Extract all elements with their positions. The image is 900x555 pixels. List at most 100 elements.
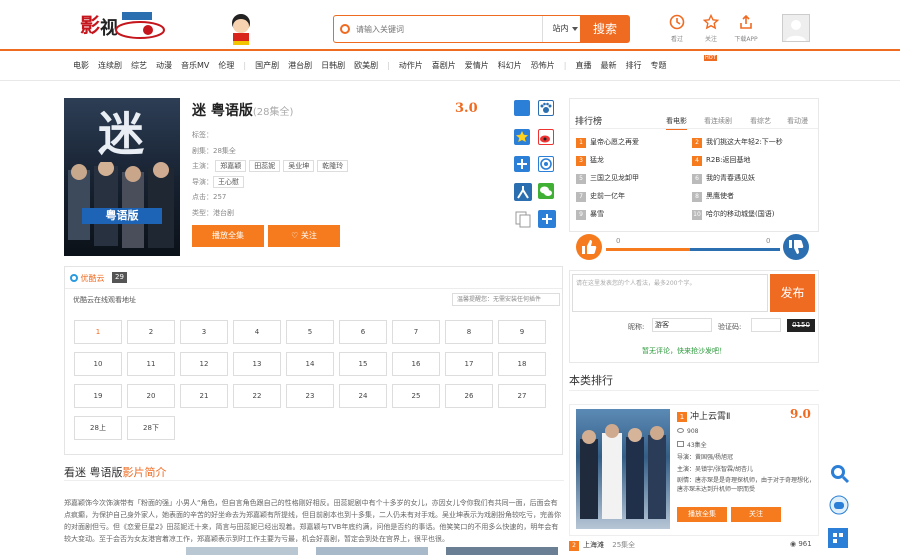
episode-button[interactable]: 4 [233, 320, 281, 344]
share-plus-icon[interactable] [514, 156, 530, 172]
episode-button[interactable]: 14 [286, 352, 334, 376]
movie-poster[interactable]: 迷 粤语版 [64, 98, 180, 256]
favorite-button[interactable]: 关注 [693, 14, 729, 43]
nav-item[interactable]: 音乐MV [181, 61, 209, 70]
like-button[interactable] [576, 234, 602, 260]
nav-item[interactable]: 爱情片 [465, 61, 489, 70]
episode-button[interactable]: 8 [445, 320, 493, 344]
nav-item[interactable]: 日韩剧 [321, 61, 345, 70]
episode-button[interactable]: 13 [233, 352, 281, 376]
nav-item[interactable]: 直播 [575, 61, 591, 70]
rank-item[interactable]: 7 史前一亿年 [576, 191, 625, 202]
episode-button[interactable]: 2 [127, 320, 175, 344]
back-to-top-icon[interactable] [828, 528, 848, 548]
episode-button[interactable]: 3 [180, 320, 228, 344]
rank-next-item[interactable]: 2 上海滩 25集全 [569, 540, 635, 551]
share-paw-icon[interactable] [538, 100, 554, 116]
episode-button[interactable]: 21 [180, 384, 228, 408]
episode-button[interactable]: 6 [339, 320, 387, 344]
share-renren-icon[interactable] [514, 183, 532, 201]
rank-item[interactable]: 10 哈尔的移动城堡(国语) [692, 209, 774, 220]
episode-button[interactable]: 12 [180, 352, 228, 376]
cast-chip[interactable]: 郑嘉颖 [215, 160, 247, 172]
share-more-icon[interactable] [538, 210, 556, 228]
episode-button[interactable]: 24 [339, 384, 387, 408]
nav-item[interactable]: 动作片 [399, 61, 423, 70]
copy-icon[interactable] [514, 210, 532, 228]
nav-item[interactable]: 最新 [600, 61, 616, 70]
rank-item[interactable]: 6 我的青春遇见妖 [692, 173, 755, 184]
nav-item[interactable]: 欧美剧 [354, 61, 378, 70]
rank-item[interactable]: 1 皇帝心愿之再爱 [576, 137, 639, 148]
play-all-button[interactable]: 播放全集 [192, 225, 264, 247]
related-thumb[interactable] [446, 547, 558, 555]
episode-button[interactable]: 15 [339, 352, 387, 376]
top-item-name[interactable]: 冲上云霄Ⅱ [690, 409, 730, 422]
follow-button[interactable]: ♡ 关注 [268, 225, 340, 247]
nav-item[interactable]: 港台剧 [288, 61, 312, 70]
nav-item[interactable]: 动漫 [156, 61, 172, 70]
captcha-image[interactable]: 0150 [787, 319, 815, 332]
nickname-field[interactable]: 游客 [652, 318, 712, 332]
episode-button[interactable]: 9 [498, 320, 546, 344]
nav-item[interactable]: 专题 [650, 61, 666, 70]
rank-item[interactable]: 8 黑鹰使者 [692, 191, 734, 202]
episode-button[interactable]: 10 [74, 352, 122, 376]
nav-item[interactable]: 国产剧 [255, 61, 279, 70]
top-follow-button[interactable]: 关注 [731, 507, 781, 522]
episode-button[interactable]: 18 [498, 352, 546, 376]
rank-tab-variety[interactable]: 看综艺 [750, 116, 771, 126]
post-comment-button[interactable]: 发布 [770, 274, 815, 312]
nav-item[interactable]: 喜剧片 [432, 61, 456, 70]
share-weibo-icon[interactable] [538, 129, 554, 145]
episode-button[interactable]: 25 [392, 384, 440, 408]
episode-button[interactable]: 23 [286, 384, 334, 408]
share-wechat-icon[interactable] [538, 183, 554, 199]
episode-button[interactable]: 28上 [74, 416, 122, 440]
share-qzone-icon[interactable] [514, 129, 530, 145]
nav-item[interactable]: 伦理 [218, 61, 234, 70]
episode-button[interactable]: 1 [74, 320, 122, 344]
rank-tab-series[interactable]: 看连续剧 [704, 116, 732, 126]
search-float-icon[interactable] [828, 462, 850, 484]
site-logo[interactable]: 影 视 [78, 8, 168, 42]
top-item-poster[interactable] [576, 409, 670, 529]
search-input[interactable] [356, 21, 536, 37]
rank-tab-anime[interactable]: 看动漫 [787, 116, 808, 126]
top-play-all-button[interactable]: 播放全集 [677, 507, 727, 522]
episode-button[interactable]: 17 [445, 352, 493, 376]
captcha-field[interactable] [751, 318, 781, 332]
related-thumb[interactable] [186, 547, 298, 555]
avatar[interactable] [782, 14, 810, 42]
episode-button[interactable]: 16 [392, 352, 440, 376]
nav-item[interactable]: 综艺 [131, 61, 147, 70]
rank-item[interactable]: 3 猛龙 [576, 155, 604, 166]
nav-item[interactable]: 科幻片 [498, 61, 522, 70]
search-button[interactable]: 搜索 [580, 15, 630, 43]
rank-item[interactable]: 4 R2B:返回基地 [692, 155, 750, 166]
share-baidu-icon[interactable] [514, 100, 530, 116]
rank-item[interactable]: 2 我们挑这大年轻2:下一秒 [692, 137, 783, 148]
episode-button[interactable]: 11 [127, 352, 175, 376]
nav-item[interactable]: 排行 [625, 61, 641, 70]
nav-item[interactable]: 连续剧 [98, 61, 122, 70]
episode-button[interactable]: 5 [286, 320, 334, 344]
episode-button[interactable]: 20 [127, 384, 175, 408]
source-tab[interactable]: 优酷云 [70, 273, 105, 284]
rank-item[interactable]: 9 暴雪 [576, 209, 604, 220]
cast-chip[interactable]: 乾隆玲 [317, 160, 349, 172]
episode-button[interactable]: 22 [233, 384, 281, 408]
episode-button[interactable]: 7 [392, 320, 440, 344]
episode-button[interactable]: 19 [74, 384, 122, 408]
episode-button[interactable]: 28下 [127, 416, 175, 440]
cast-chip[interactable]: 田蕊妮 [249, 160, 281, 172]
comment-textarea[interactable]: 请在这里发表您的个人看法，最多200个字。 [572, 274, 768, 312]
rank-item[interactable]: 5 三国之见龙卸甲 [576, 173, 639, 184]
episode-button[interactable]: 26 [445, 384, 493, 408]
director-chip[interactable]: 王心慰 [213, 176, 244, 188]
related-thumb[interactable] [316, 547, 428, 555]
episode-button[interactable]: 27 [498, 384, 546, 408]
nav-item[interactable]: 电影 [73, 61, 89, 70]
robot-icon[interactable] [828, 494, 850, 516]
nav-item[interactable]: 恐怖片 [531, 61, 555, 70]
